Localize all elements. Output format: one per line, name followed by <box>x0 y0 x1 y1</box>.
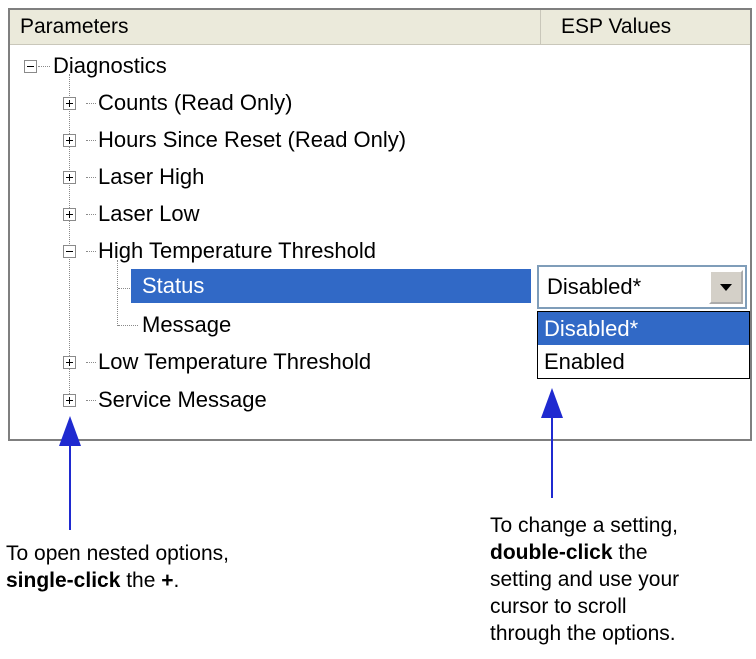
callout-line: cursor to scroll <box>490 595 627 618</box>
tree-item-diagnostics[interactable]: Diagnostics <box>53 48 167 84</box>
chevron-down-icon <box>720 284 732 291</box>
expand-icon[interactable] <box>63 208 76 221</box>
tree-guide-line <box>86 140 96 141</box>
tree-item-low-temperature-threshold[interactable]: Low Temperature Threshold <box>98 344 371 380</box>
expand-icon[interactable] <box>63 97 76 110</box>
tree-guide-line <box>86 400 96 401</box>
combobox-value: Disabled* <box>547 274 642 299</box>
tree-guide-line <box>118 325 138 326</box>
tree-item-high-temperature-threshold[interactable]: High Temperature Threshold <box>98 233 376 269</box>
column-header-esp-values[interactable]: ESP Values <box>541 10 750 44</box>
callout-change-setting-instructions: To change a setting, double-click the se… <box>490 512 679 647</box>
callout-line: double-click the <box>490 539 679 566</box>
tree-guide-line <box>117 260 118 326</box>
option-disabled[interactable]: Disabled* <box>538 312 749 345</box>
column-header-bar: Parameters ESP Values <box>10 10 750 45</box>
callout-line: To open nested options, <box>6 542 230 565</box>
arrow-shaft <box>69 444 71 530</box>
arrow-up-icon <box>59 416 81 446</box>
callout-line: single-click the +. <box>6 567 229 594</box>
tree-guide-line <box>86 251 96 252</box>
tree-guide-line <box>69 74 70 400</box>
tree-item-laser-low[interactable]: Laser Low <box>98 196 200 232</box>
option-enabled[interactable]: Enabled <box>538 345 749 378</box>
arrow-shaft <box>551 416 553 498</box>
combobox-options-list: Disabled* Enabled <box>537 311 750 379</box>
tree-guide-line <box>86 214 96 215</box>
tree-guide-line <box>38 66 50 67</box>
arrow-up-icon <box>541 388 563 418</box>
callout-line: setting and use your <box>490 568 680 591</box>
callout-line: To change a setting, <box>490 514 678 537</box>
tree-guide-line <box>86 362 96 363</box>
callout-line: through the options. <box>490 622 676 645</box>
expand-icon[interactable] <box>63 171 76 184</box>
callout-text: . <box>173 569 180 592</box>
callout-expand-instructions: To open nested options, single-click the… <box>6 540 229 594</box>
expand-icon[interactable] <box>63 134 76 147</box>
callout-bold: single-click <box>6 569 121 592</box>
tree-item-service-message[interactable]: Service Message <box>98 382 267 418</box>
collapse-icon[interactable] <box>24 60 37 73</box>
dropdown-button[interactable] <box>709 270 743 304</box>
tree-item-status[interactable]: Status <box>142 268 204 304</box>
tree-item-counts[interactable]: Counts (Read Only) <box>98 85 292 121</box>
collapse-icon[interactable] <box>63 245 76 258</box>
callout-bold: double-click <box>490 541 613 564</box>
expand-icon[interactable] <box>63 394 76 407</box>
callout-text: the <box>120 569 162 592</box>
tree-guide-line <box>86 103 96 104</box>
tree-item-hours-since-reset[interactable]: Hours Since Reset (Read Only) <box>98 122 406 158</box>
tree-item-laser-high[interactable]: Laser High <box>98 159 204 195</box>
tree-item-message[interactable]: Message <box>142 307 231 343</box>
tree-guide-line <box>86 177 96 178</box>
expand-icon[interactable] <box>63 356 76 369</box>
callout-text: the <box>612 541 648 564</box>
column-header-parameters[interactable]: Parameters <box>10 10 541 44</box>
plus-symbol: + <box>161 569 174 592</box>
status-value-combobox[interactable]: Disabled* <box>537 265 747 309</box>
